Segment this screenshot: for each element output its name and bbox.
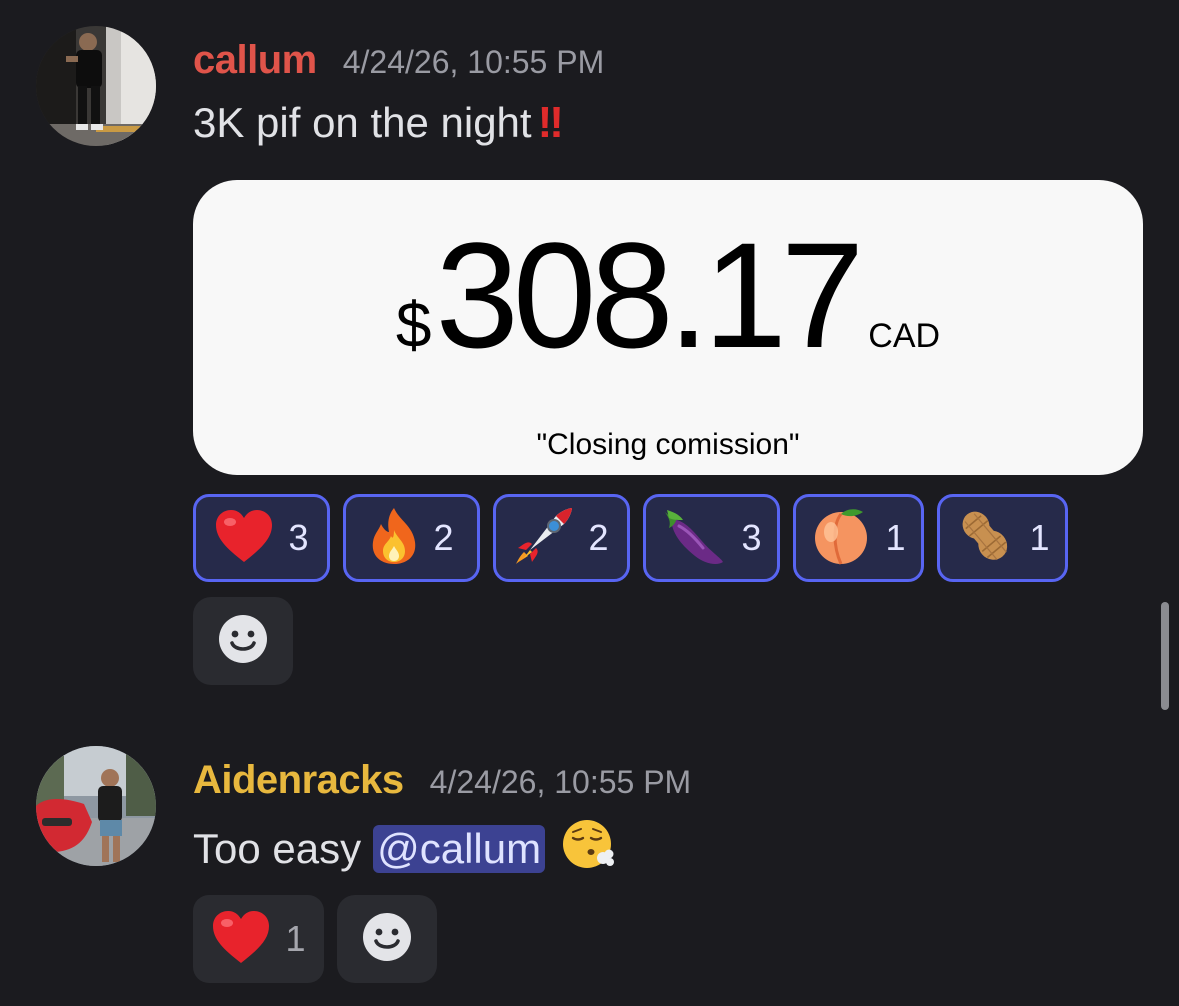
heart-icon — [211, 909, 271, 970]
reaction-peanuts[interactable]: 1 — [937, 494, 1068, 582]
amount-row: $ 308.17 CAD — [193, 220, 1143, 370]
payment-amount: 308.17 — [435, 211, 865, 379]
peach-icon — [811, 506, 871, 571]
reaction-heart[interactable]: 1 — [193, 895, 324, 983]
currency-symbol: $ — [395, 289, 432, 361]
peanuts-icon — [955, 506, 1015, 571]
reaction-bar: 3 2 2 3 1 1 — [193, 494, 1068, 582]
fire-icon — [369, 506, 419, 571]
smiley-icon — [362, 912, 412, 967]
reaction-rocket[interactable]: 2 — [493, 494, 630, 582]
message-text: Too easy — [193, 825, 362, 872]
reaction-peach[interactable]: 1 — [793, 494, 924, 582]
reaction-fire[interactable]: 2 — [343, 494, 480, 582]
timestamp: 4/24/26, 10:55 PM — [429, 764, 692, 800]
username[interactable]: callum — [193, 38, 317, 83]
smiley-icon — [218, 614, 268, 669]
rocket-icon — [514, 506, 574, 571]
reaction-count: 2 — [433, 517, 454, 558]
add-reaction-button[interactable] — [337, 895, 437, 983]
reaction-heart[interactable]: 3 — [193, 494, 330, 582]
face-exhaling-icon — [561, 816, 617, 882]
heart-icon — [214, 508, 274, 569]
double-exclamation-icon: !! — [537, 98, 564, 147]
reaction-count: 1 — [1029, 517, 1050, 558]
avatar[interactable] — [36, 26, 156, 146]
reaction-eggplant[interactable]: 3 — [643, 494, 780, 582]
reaction-count: 1 — [885, 517, 906, 558]
reaction-count: 2 — [588, 517, 609, 558]
eggplant-icon — [661, 506, 727, 571]
avatar[interactable] — [36, 746, 156, 866]
timestamp: 4/24/26, 10:55 PM — [342, 44, 605, 80]
reaction-count: 3 — [288, 517, 309, 558]
message-content: Too easy @callum — [193, 816, 617, 882]
reaction-count: 3 — [741, 517, 762, 558]
message-header: Aidenracks 4/24/26, 10:55 PM — [193, 758, 691, 803]
user-mention[interactable]: @callum — [373, 825, 546, 873]
currency-code: CAD — [868, 317, 941, 355]
payment-card-image[interactable]: $ 308.17 CAD "Closing comission" — [193, 180, 1143, 475]
message-text: 3K pif on the night — [193, 99, 532, 146]
message-content: 3K pif on the night !! — [193, 98, 564, 148]
username[interactable]: Aidenracks — [193, 758, 404, 803]
payment-note: "Closing comission" — [536, 428, 800, 461]
add-reaction-button[interactable] — [193, 597, 293, 685]
scrollbar-thumb[interactable] — [1161, 602, 1169, 710]
message-header: callum 4/24/26, 10:55 PM — [193, 38, 604, 83]
reaction-count: 1 — [285, 918, 306, 959]
reaction-bar: 1 — [193, 895, 324, 983]
